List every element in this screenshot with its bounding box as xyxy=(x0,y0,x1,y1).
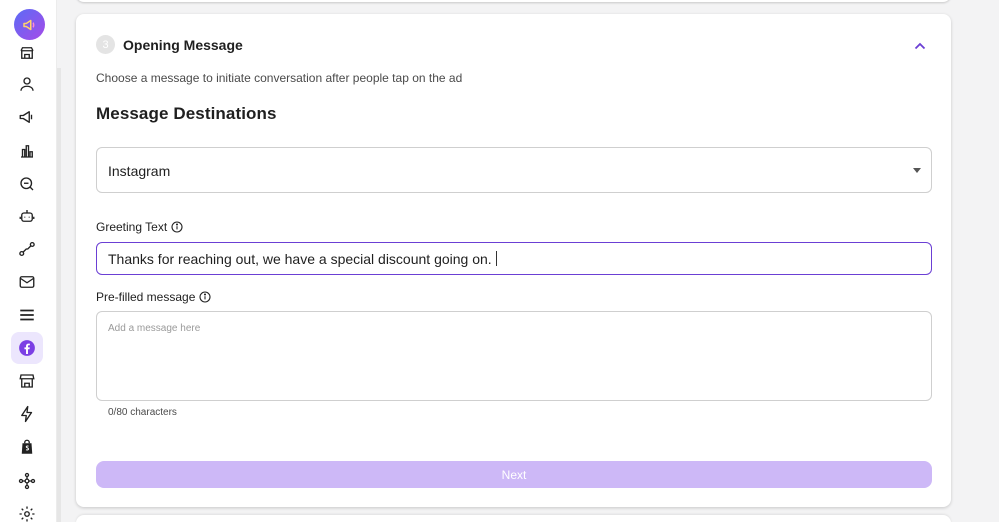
sidebar-item-store[interactable] xyxy=(11,37,43,69)
sidebar-item-settings[interactable] xyxy=(11,498,43,522)
mail-icon xyxy=(19,276,35,288)
list-icon xyxy=(20,309,34,321)
sidebar-item-analytics[interactable] xyxy=(11,135,43,167)
sidebar-item-email[interactable] xyxy=(11,266,43,298)
text-cursor xyxy=(495,251,497,266)
destination-select[interactable]: Instagram xyxy=(96,147,932,193)
previous-step-card xyxy=(76,0,951,2)
lightning-icon xyxy=(21,405,33,423)
megaphone-logo-icon[interactable] xyxy=(14,9,45,40)
greeting-text-value: Thanks for reaching out, we have a speci… xyxy=(108,250,492,267)
gear-icon xyxy=(19,506,35,522)
step-title: Opening Message xyxy=(123,37,243,53)
next-button[interactable]: Next xyxy=(96,461,932,488)
sidebar-item-contacts[interactable] xyxy=(11,68,43,100)
bar-chart-icon xyxy=(21,145,33,158)
chat-bubble-icon xyxy=(20,177,34,191)
info-icon[interactable] xyxy=(199,291,211,303)
greeting-text-label-text: Greeting Text xyxy=(96,220,168,234)
user-icon xyxy=(20,77,34,91)
storefront-icon xyxy=(19,374,35,388)
sidebar-item-flows[interactable] xyxy=(11,233,43,265)
prefilled-message-placeholder: Add a message here xyxy=(108,323,201,334)
network-icon xyxy=(18,472,36,490)
sidebar-item-automations[interactable] xyxy=(11,398,43,430)
shop-icon xyxy=(20,47,34,59)
greeting-text-input[interactable]: Thanks for reaching out, we have a speci… xyxy=(96,242,932,275)
destination-select-value: Instagram xyxy=(108,163,171,179)
prefilled-message-label: Pre-filled message xyxy=(96,290,211,304)
robot-icon xyxy=(19,210,35,222)
prefilled-message-label-text: Pre-filled message xyxy=(96,290,196,304)
flow-icon xyxy=(19,241,35,257)
megaphone-icon xyxy=(19,111,33,123)
sidebar-item-inbox[interactable] xyxy=(11,168,43,200)
sidebar-item-bots[interactable] xyxy=(11,200,43,232)
shopify-bag-icon xyxy=(21,439,33,454)
sidebar-item-campaigns[interactable] xyxy=(11,101,43,133)
sidebar xyxy=(0,0,57,522)
caret-down-icon xyxy=(913,168,921,173)
facebook-icon xyxy=(19,340,35,356)
greeting-text-label: Greeting Text xyxy=(96,220,183,234)
chevron-up-icon[interactable] xyxy=(912,38,928,54)
step-number-badge: 3 xyxy=(96,35,115,54)
character-count: 0/80 characters xyxy=(108,407,177,418)
sidebar-item-shopify[interactable] xyxy=(11,431,43,463)
prefilled-message-textarea[interactable]: Add a message here xyxy=(96,311,932,401)
opening-message-card: 3 Opening Message Choose a message to in… xyxy=(76,14,951,507)
info-icon[interactable] xyxy=(171,221,183,233)
next-step-card xyxy=(76,515,951,522)
message-destinations-heading: Message Destinations xyxy=(96,104,277,123)
sidebar-scrollbar[interactable] xyxy=(57,68,61,522)
sidebar-item-integrations[interactable] xyxy=(11,465,43,497)
sidebar-item-storefront[interactable] xyxy=(11,365,43,397)
sidebar-item-forms[interactable] xyxy=(11,299,43,331)
step-description: Choose a message to initiate conversatio… xyxy=(96,71,463,85)
sidebar-item-facebook[interactable] xyxy=(11,332,43,364)
